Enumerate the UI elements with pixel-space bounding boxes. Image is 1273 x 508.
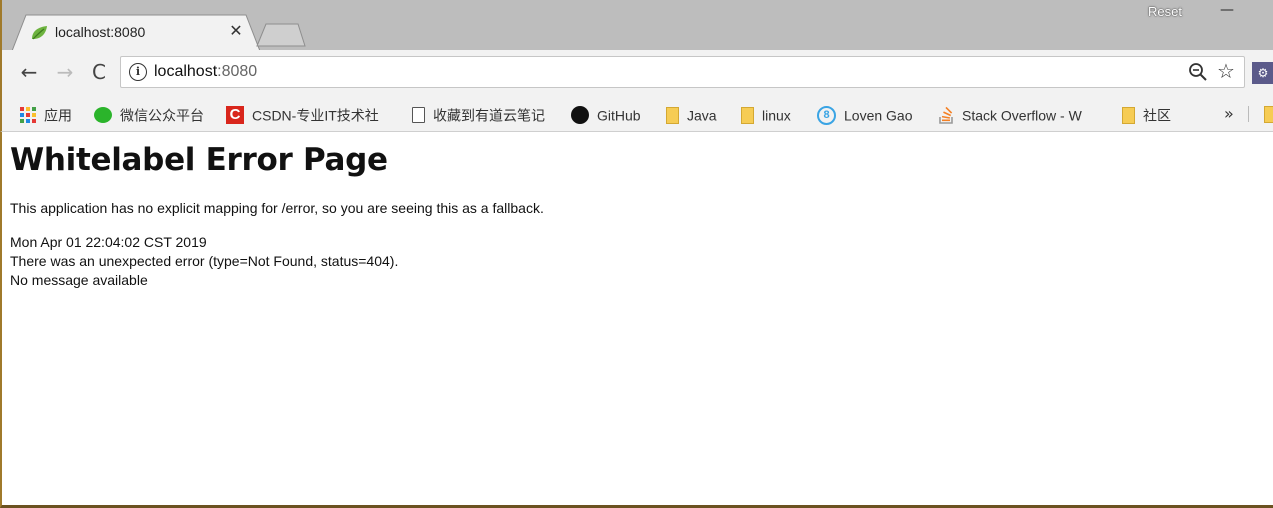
address-bar[interactable]: i localhost:8080 ☆ <box>120 56 1245 88</box>
error-message: No message available <box>10 272 148 288</box>
error-timestamp: Mon Apr 01 22:04:02 CST 2019 <box>10 234 207 250</box>
bookmark-stackoverflow[interactable]: Stack Overflow - W <box>938 103 1082 125</box>
bookmark-youdao[interactable]: 收藏到有道云笔记 <box>412 103 545 125</box>
apps-grid-icon <box>20 107 36 124</box>
browser-tab[interactable]: localhost:8080 ✕ <box>12 14 260 51</box>
bookmark-label: Stack Overflow - W <box>962 107 1082 124</box>
wechat-icon <box>94 107 112 124</box>
extension-icon[interactable]: ⚙ <box>1252 62 1273 84</box>
bookmark-wechat[interactable]: 微信公众平台 <box>94 103 204 125</box>
spring-leaf-icon <box>32 26 47 40</box>
bookmark-label: 社区 <box>1143 107 1171 124</box>
bookmarks-bar: 应用 微信公众平台 C CSDN-专业IT技术社 收藏到有道云笔记 GitHub … <box>0 96 1273 132</box>
bookmark-apps[interactable]: 应用 <box>20 103 72 125</box>
browser-toolbar: ← → C i localhost:8080 ☆ ⚙ <box>0 50 1273 96</box>
back-arrow-icon[interactable]: ← <box>16 59 42 85</box>
folder-icon <box>741 106 754 124</box>
page-content: Whitelabel Error Page This application h… <box>0 132 1273 508</box>
forward-arrow-icon[interactable]: → <box>52 59 78 85</box>
bookmark-github[interactable]: GitHub <box>571 103 641 125</box>
bookmark-label: 收藏到有道云笔记 <box>433 107 545 124</box>
zoom-icon[interactable] <box>1187 61 1209 83</box>
bookmark-label: CSDN-专业IT技术社 <box>252 107 379 124</box>
bookmark-java[interactable]: Java <box>666 103 717 125</box>
bookmark-star-icon[interactable]: ☆ <box>1214 59 1238 83</box>
bookmark-separator <box>1248 106 1249 122</box>
close-tab-icon[interactable]: ✕ <box>228 22 244 40</box>
bookmark-label: Java <box>687 107 717 124</box>
loven-icon: 8 <box>817 105 836 125</box>
bookmark-label: 微信公众平台 <box>120 107 204 124</box>
bookmark-label: 应用 <box>44 107 72 124</box>
url-host: localhost <box>154 63 218 80</box>
bookmark-linux[interactable]: linux <box>741 103 791 125</box>
more-bookmarks-icon[interactable]: » <box>1224 103 1234 125</box>
page-title: Whitelabel Error Page <box>10 142 388 178</box>
bookmark-label: linux <box>762 107 791 124</box>
csdn-icon: C <box>226 106 244 125</box>
url-text[interactable]: localhost:8080 <box>154 63 257 81</box>
tab-title: localhost:8080 <box>55 24 146 40</box>
reload-icon[interactable]: C <box>86 59 112 85</box>
folder-icon <box>1122 106 1135 124</box>
page-icon <box>412 107 425 124</box>
url-port: :8080 <box>217 63 258 80</box>
bookmark-community[interactable]: 社区 <box>1122 103 1171 125</box>
error-explanation: This application has no explicit mapping… <box>10 200 544 216</box>
bookmark-loven[interactable]: 8 Loven Gao <box>817 103 913 125</box>
minimize-icon[interactable]: — <box>1212 2 1242 22</box>
folder-icon[interactable] <box>1264 106 1273 123</box>
reset-label[interactable]: Reset <box>1148 4 1182 19</box>
new-tab-button[interactable] <box>256 21 306 47</box>
error-status: There was an unexpected error (type=Not … <box>10 253 399 269</box>
tab-strip: localhost:8080 ✕ Reset — <box>0 0 1273 51</box>
site-info-icon[interactable]: i <box>129 63 147 81</box>
folder-icon <box>666 106 679 124</box>
stackoverflow-icon <box>939 107 953 125</box>
bookmark-csdn[interactable]: C CSDN-专业IT技术社 <box>226 103 379 125</box>
bookmark-label: GitHub <box>597 107 641 124</box>
github-icon <box>571 106 589 125</box>
bookmark-label: Loven Gao <box>844 107 913 124</box>
